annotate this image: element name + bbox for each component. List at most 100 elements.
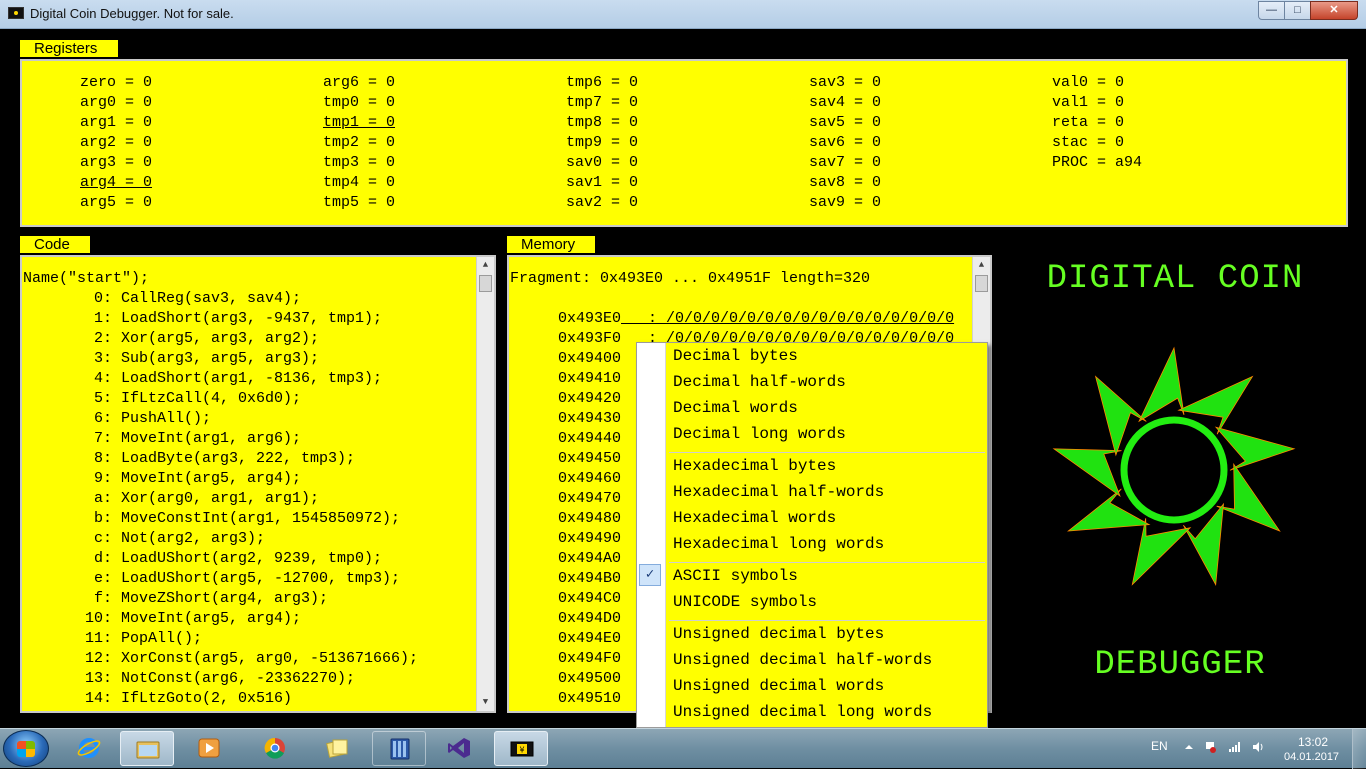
register-value[interactable]: sav8 = 0 [809, 173, 881, 193]
register-value[interactable]: tmp5 = 0 [323, 193, 395, 213]
scroll-down-icon[interactable]: ▼ [477, 694, 494, 711]
memory-row[interactable]: 0x49510 [558, 689, 621, 709]
scroll-thumb[interactable] [479, 275, 492, 292]
register-value[interactable]: arg2 = 0 [80, 133, 152, 153]
register-value[interactable]: arg0 = 0 [80, 93, 152, 113]
taskbar-visual-studio[interactable] [432, 731, 486, 766]
menu-item[interactable]: Unsigned decimal bytes [673, 623, 884, 645]
register-value[interactable]: tmp8 = 0 [566, 113, 638, 133]
code-line[interactable]: 12: XorConst(arg5, arg0, -513671666); [22, 649, 418, 669]
code-line[interactable]: 2: Xor(arg5, arg3, arg2); [22, 329, 319, 349]
taskbar-media-player[interactable] [182, 731, 236, 766]
register-value[interactable]: arg4 = 0 [80, 173, 152, 193]
close-button[interactable]: ✕ [1310, 1, 1358, 20]
taskbar-sticky-notes[interactable] [310, 731, 364, 766]
register-value[interactable]: sav9 = 0 [809, 193, 881, 213]
display-format-menu[interactable]: ✓ Decimal bytes Decimal half-words Decimal… [636, 342, 988, 728]
code-line[interactable]: c: Not(arg2, arg3); [22, 529, 265, 549]
register-value[interactable]: tmp6 = 0 [566, 73, 638, 93]
menu-item[interactable]: Unsigned decimal long words [673, 701, 932, 723]
register-value[interactable]: tmp2 = 0 [323, 133, 395, 153]
memory-row[interactable]: 0x49490 [558, 529, 621, 549]
menu-item[interactable]: Decimal long words [673, 423, 846, 445]
register-value[interactable]: tmp7 = 0 [566, 93, 638, 113]
code-panel[interactable]: Name("start"); 0: CallReg(sav3, sav4); 1: L… [20, 255, 496, 713]
register-value[interactable]: sav4 = 0 [809, 93, 881, 113]
register-value[interactable]: sav6 = 0 [809, 133, 881, 153]
memory-row[interactable]: 0x494F0 [558, 649, 621, 669]
register-value[interactable]: sav2 = 0 [566, 193, 638, 213]
memory-row[interactable]: 0x49410 [558, 369, 621, 389]
code-line[interactable]: f: MoveZShort(arg4, arg3); [22, 589, 328, 609]
menu-item[interactable]: Hexadecimal long words [673, 533, 884, 555]
clock-time[interactable]: 13:02 [1298, 735, 1328, 749]
memory-row[interactable]: 0x49420 [558, 389, 621, 409]
memory-row[interactable]: 0x49460 [558, 469, 621, 489]
code-line[interactable]: a: Xor(arg0, arg1, arg1); [22, 489, 319, 509]
scroll-up-icon[interactable]: ▲ [973, 257, 990, 274]
code-line[interactable]: 9: MoveInt(arg5, arg4); [22, 469, 301, 489]
menu-item[interactable]: ASCII symbols [673, 565, 798, 587]
code-line[interactable]: d: LoadUShort(arg2, 9239, tmp0); [22, 549, 382, 569]
memory-row[interactable]: 0x49450 [558, 449, 621, 469]
code-line[interactable]: 13: NotConst(arg6, -23362270); [22, 669, 355, 689]
action-center-flag-icon[interactable] [1204, 741, 1216, 753]
network-icon[interactable] [1228, 741, 1240, 753]
register-value[interactable]: arg1 = 0 [80, 113, 152, 133]
code-line[interactable]: 14: IfLtzGoto(2, 0x516) [22, 689, 292, 709]
taskbar-explorer[interactable] [120, 731, 174, 766]
code-line[interactable]: 1: LoadShort(arg3, -9437, tmp1); [22, 309, 382, 329]
memory-row[interactable]: 0x494E0 [558, 629, 621, 649]
taskbar-ie[interactable] [62, 731, 116, 766]
register-value[interactable]: val1 = 0 [1052, 93, 1142, 113]
code-scrollbar[interactable]: ▲ ▼ [476, 257, 494, 711]
scroll-up-icon[interactable]: ▲ [477, 257, 494, 274]
memory-row[interactable]: 0x49480 [558, 509, 621, 529]
maximize-button[interactable]: □ [1284, 1, 1311, 20]
code-line[interactable]: 8: LoadByte(arg3, 222, tmp3); [22, 449, 355, 469]
register-value[interactable]: zero = 0 [80, 73, 152, 93]
register-value[interactable]: sav3 = 0 [809, 73, 881, 93]
register-value[interactable]: sav0 = 0 [566, 153, 638, 173]
register-value[interactable]: sav7 = 0 [809, 153, 881, 173]
memory-row[interactable]: 0x494C0 [558, 589, 621, 609]
volume-icon[interactable] [1252, 741, 1264, 753]
memory-row[interactable]: 0x49470 [558, 489, 621, 509]
menu-item[interactable]: Hexadecimal half-words [673, 481, 884, 503]
code-line[interactable]: 3: Sub(arg3, arg5, arg3); [22, 349, 319, 369]
register-value[interactable]: arg5 = 0 [80, 193, 152, 213]
menu-item[interactable]: Decimal bytes [673, 345, 798, 367]
memory-row[interactable]: 0x49440 [558, 429, 621, 449]
taskbar-chrome[interactable] [248, 731, 302, 766]
menu-item[interactable]: Hexadecimal bytes [673, 455, 836, 477]
code-line[interactable]: 4: LoadShort(arg1, -8136, tmp3); [22, 369, 382, 389]
memory-row[interactable]: 0x494A0 [558, 549, 621, 569]
register-value[interactable]: PROC = a94 [1052, 153, 1142, 173]
scroll-thumb[interactable] [975, 275, 988, 292]
code-line[interactable]: 7: MoveInt(arg1, arg6); [22, 429, 301, 449]
show-hidden-icons-icon[interactable] [1183, 741, 1195, 753]
register-value[interactable]: stac = 0 [1052, 133, 1142, 153]
show-desktop-button[interactable] [1352, 729, 1366, 769]
register-value[interactable]: tmp4 = 0 [323, 173, 395, 193]
language-indicator[interactable]: EN [1151, 739, 1168, 753]
register-value[interactable]: tmp3 = 0 [323, 153, 395, 173]
start-button[interactable] [3, 730, 49, 767]
register-value[interactable]: tmp9 = 0 [566, 133, 638, 153]
memory-row[interactable]: 0x493E0 : /0/0/0/0/0/0/0/0/0/0/0/0/0/0/0… [558, 309, 954, 329]
code-line[interactable]: 5: IfLtzCall(4, 0x6d0); [22, 389, 301, 409]
menu-item[interactable]: Decimal words [673, 397, 798, 419]
code-line[interactable]: e: LoadUShort(arg5, -12700, tmp3); [22, 569, 400, 589]
register-value[interactable]: reta = 0 [1052, 113, 1142, 133]
code-line[interactable]: 10: MoveInt(arg5, arg4); [22, 609, 301, 629]
menu-item[interactable]: Decimal half-words [673, 371, 846, 393]
memory-row[interactable]: 0x494B0 [558, 569, 621, 589]
code-line[interactable]: 6: PushAll(); [22, 409, 211, 429]
register-value[interactable]: val0 = 0 [1052, 73, 1142, 93]
code-line[interactable]: 0: CallReg(sav3, sav4); [22, 289, 301, 309]
register-value[interactable]: tmp1 = 0 [323, 113, 395, 133]
code-line[interactable]: b: MoveConstInt(arg1, 1545850972); [22, 509, 400, 529]
menu-item[interactable]: Unsigned decimal half-words [673, 649, 932, 671]
menu-item[interactable]: UNICODE symbols [673, 591, 817, 613]
memory-row[interactable]: 0x49500 [558, 669, 621, 689]
